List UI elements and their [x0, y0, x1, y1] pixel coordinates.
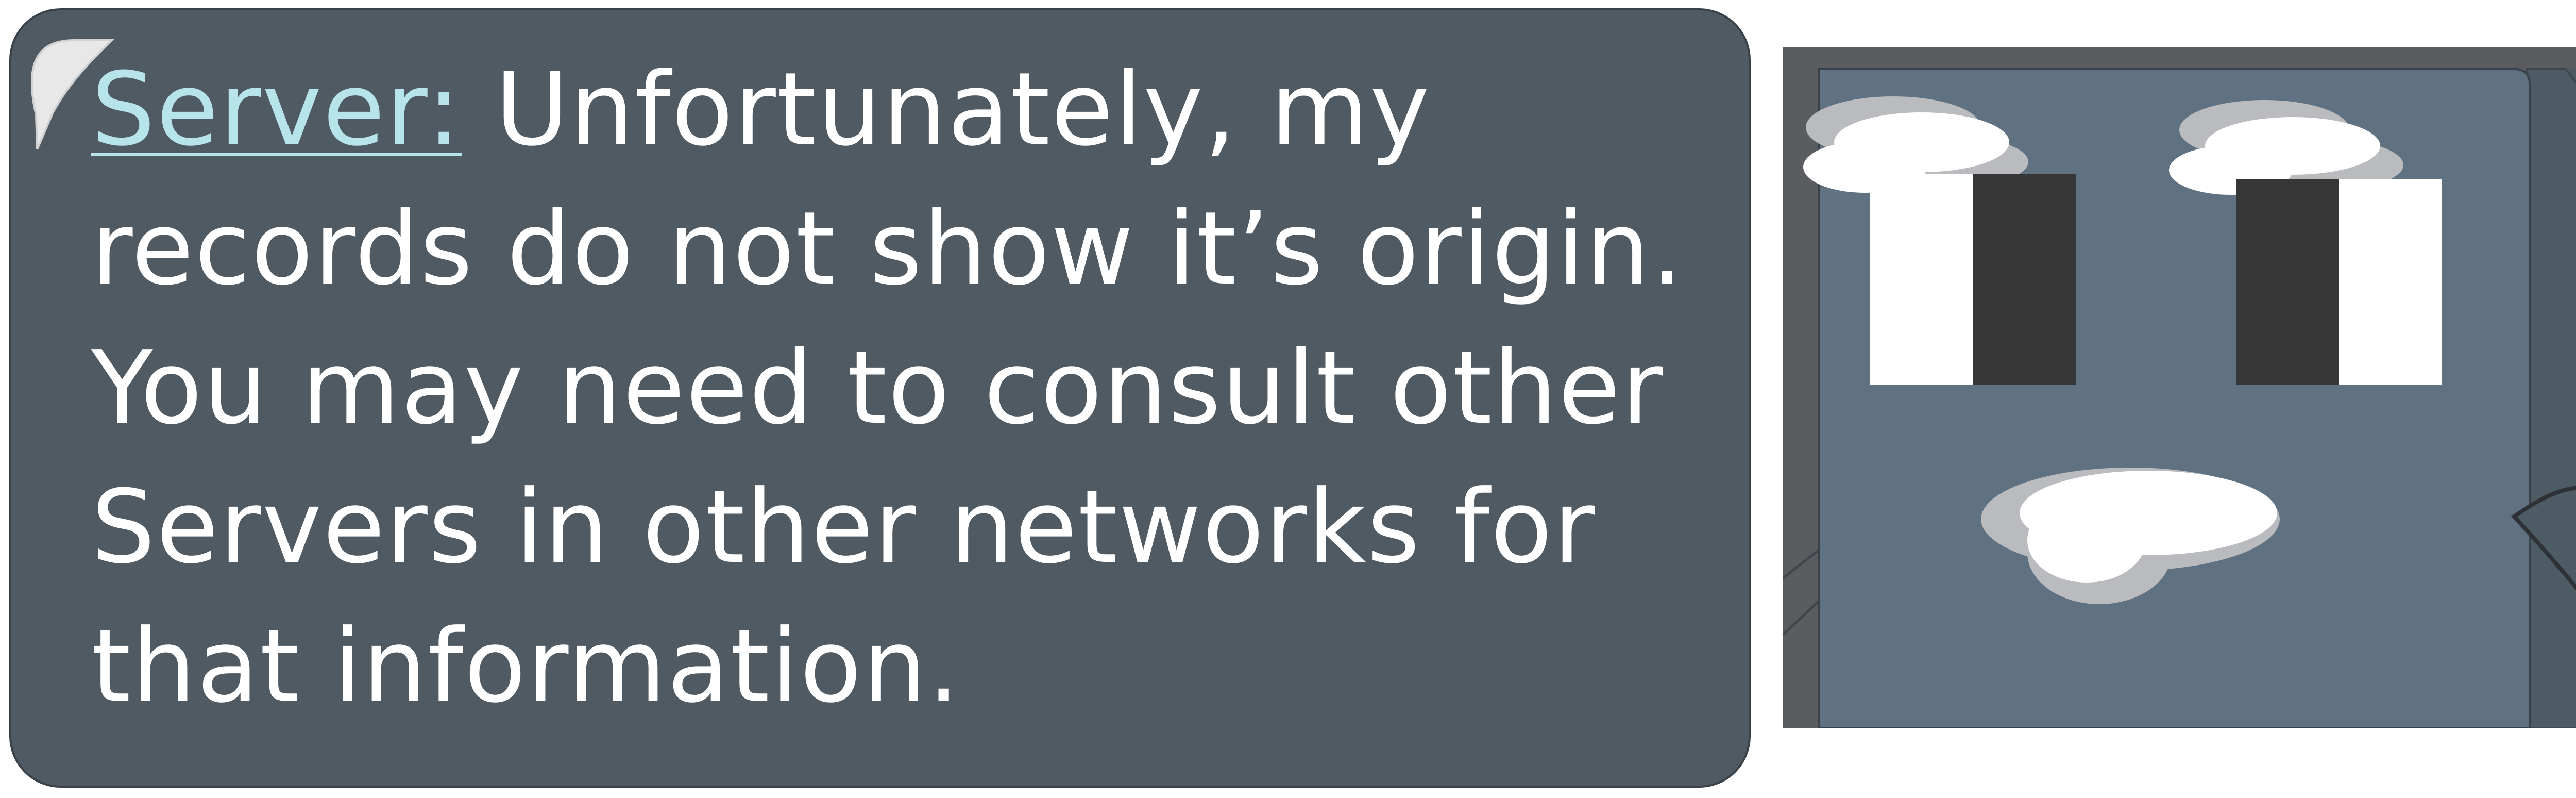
speaker-name: Server: [91, 51, 462, 169]
server-face-icon [1783, 47, 2576, 728]
dialog-box: Server: Unfortunately, my records do not… [9, 8, 1751, 788]
dialog-scene: Server: Unfortunately, my records do not… [0, 0, 2576, 798]
dialog-line: Server: Unfortunately, my records do not… [91, 40, 1730, 736]
server-portrait [1783, 47, 2576, 728]
